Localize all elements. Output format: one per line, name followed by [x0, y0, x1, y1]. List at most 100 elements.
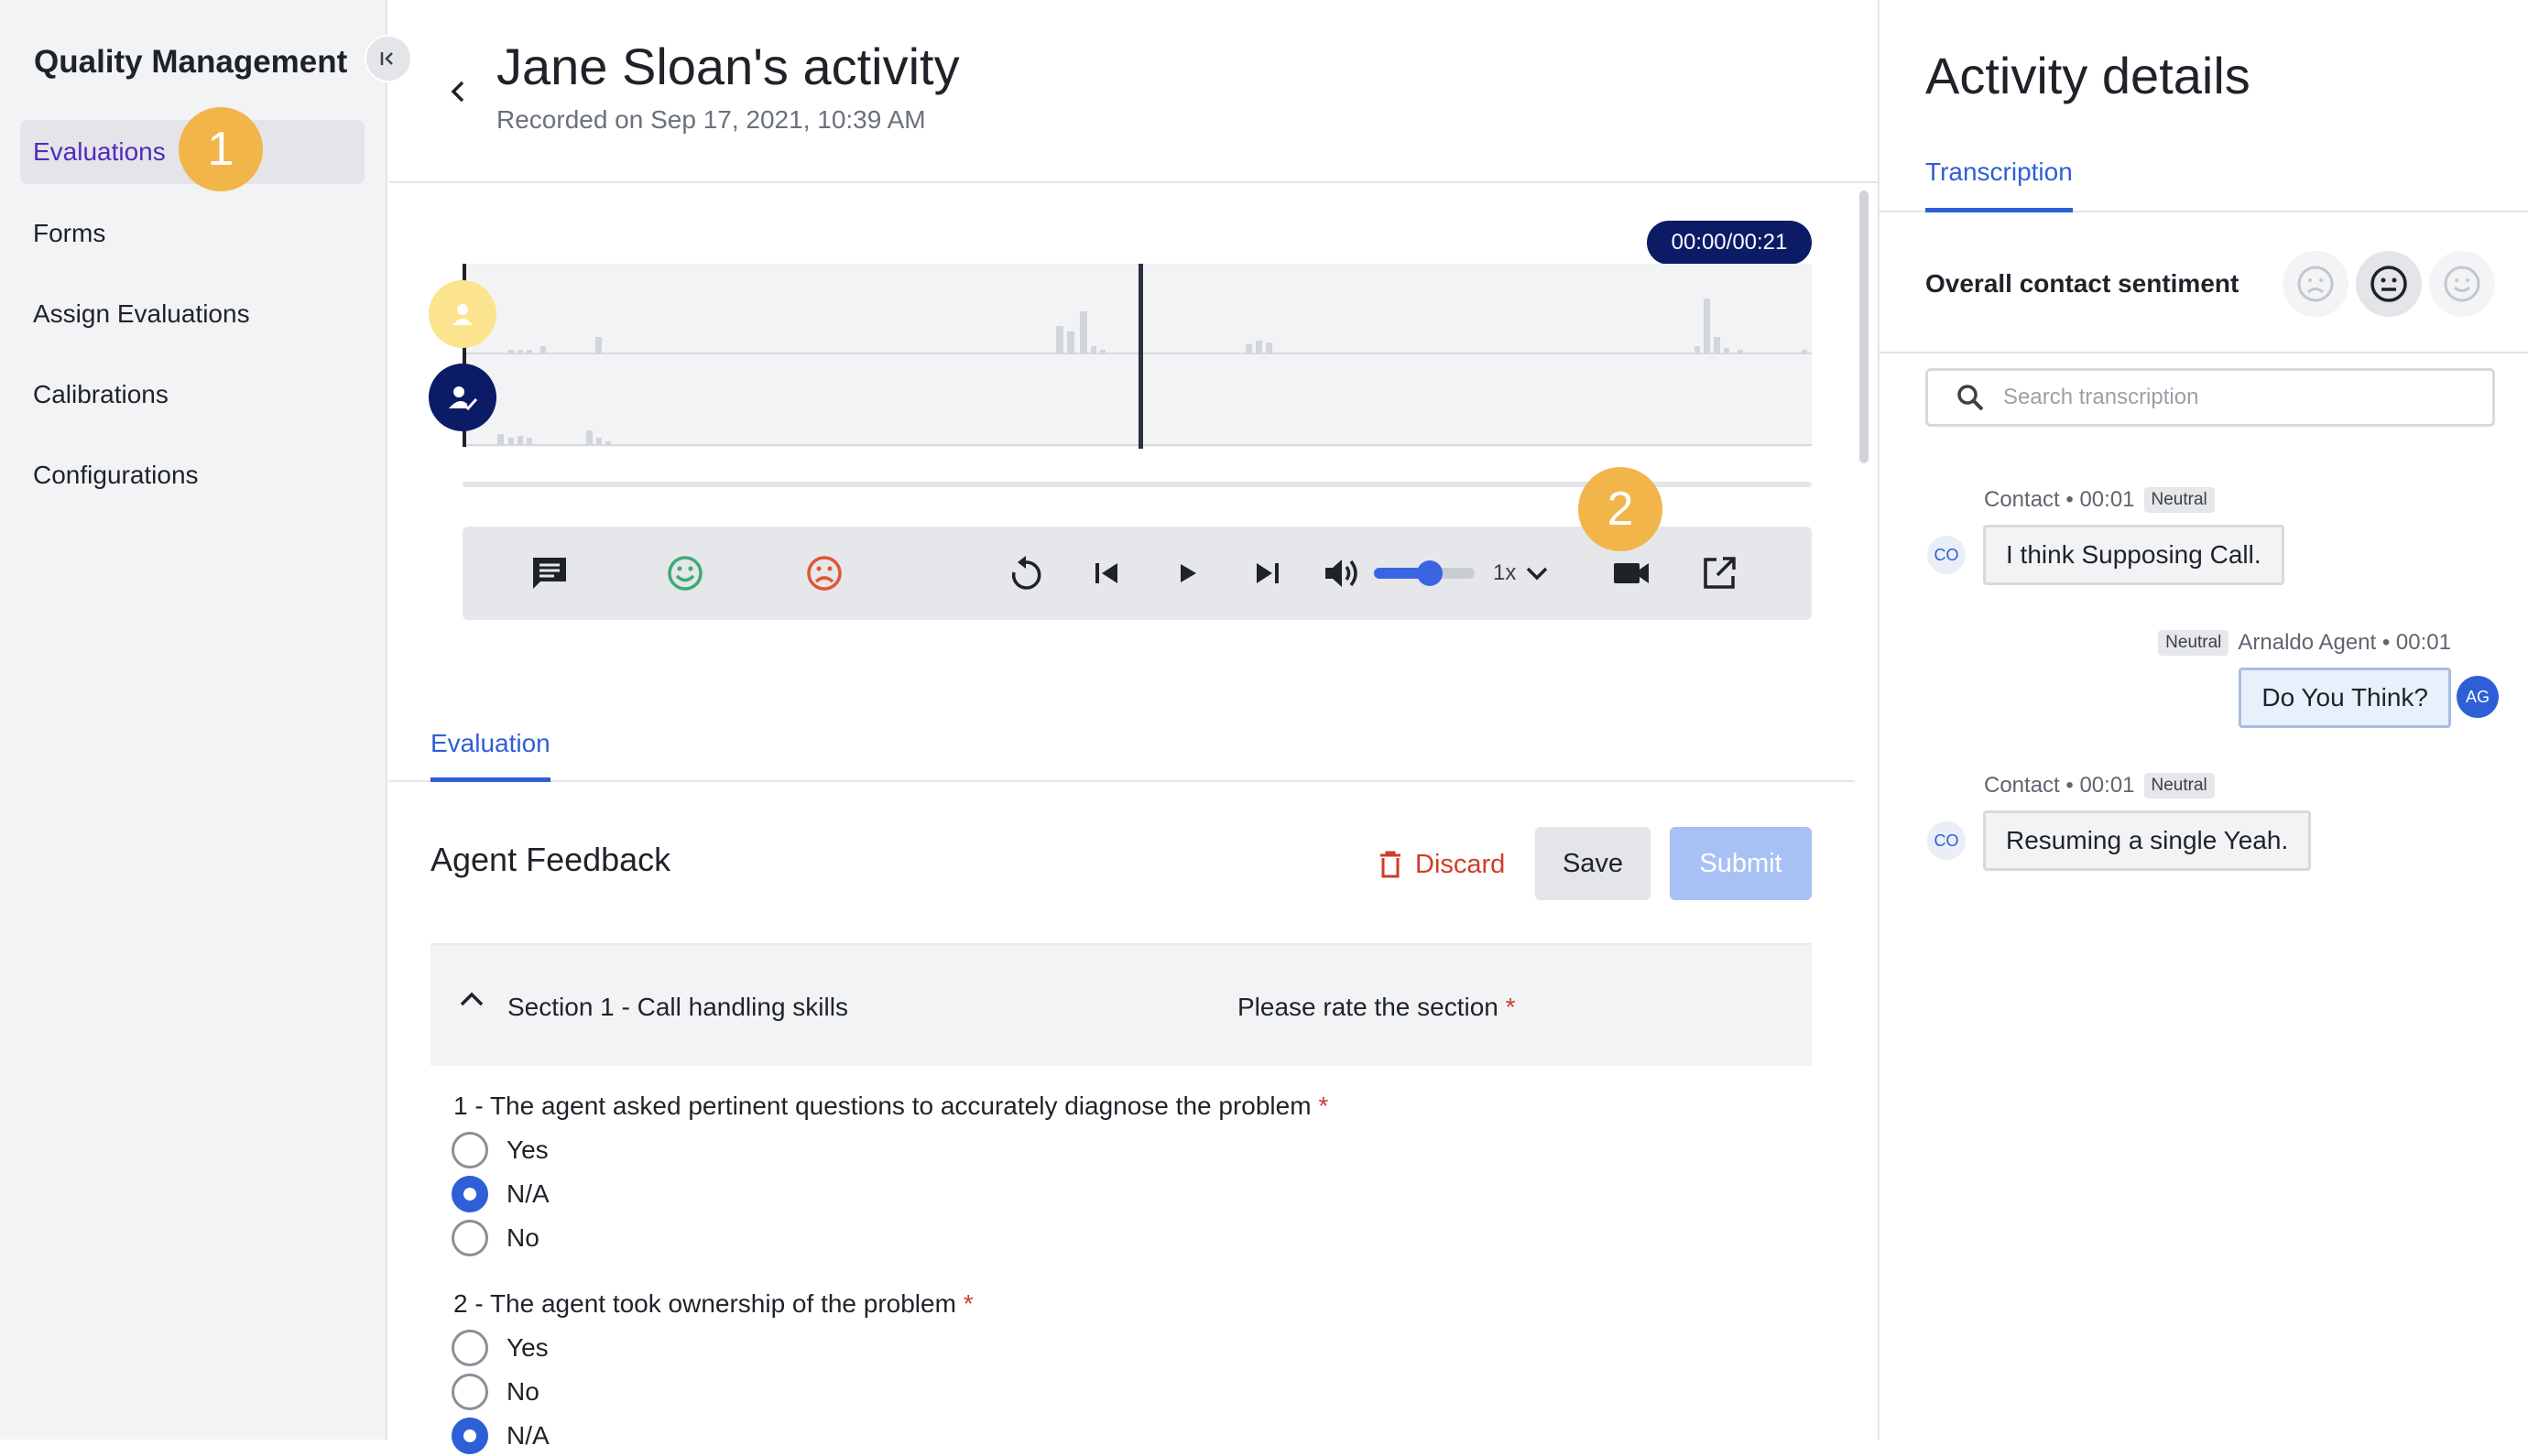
discard-label: Discard: [1415, 849, 1506, 879]
q2-option-no[interactable]: No: [452, 1372, 539, 1412]
playback-speed-value: 1x: [1493, 560, 1517, 585]
radio-button[interactable]: [452, 1374, 488, 1410]
time-readout: 00:00/00:21: [1647, 221, 1812, 265]
sad-face-icon: [2295, 264, 2336, 304]
sentiment-neutral: [2356, 251, 2422, 317]
sidebar-item-assign-evaluations[interactable]: Assign Evaluations: [20, 282, 365, 346]
activity-details-panel: Activity details Transcription Overall c…: [1878, 0, 2528, 1440]
playback-speed-select[interactable]: 1x: [1493, 527, 1549, 620]
open-external-button[interactable]: [1690, 527, 1749, 620]
option-label: Yes: [507, 1135, 549, 1164]
person-icon: [449, 300, 476, 328]
message-meta: Contact • 00:01 Neutral: [1984, 773, 2215, 799]
chevron-left-icon: [448, 79, 468, 104]
rate-section-text: Please rate the section: [1237, 993, 1498, 1021]
rate-section-label: Please rate the section *: [1237, 993, 1516, 1022]
play-button[interactable]: [1155, 527, 1219, 620]
sentiment-positive: [2429, 251, 2495, 317]
discard-button[interactable]: Discard: [1351, 828, 1511, 901]
search-input[interactable]: [2001, 384, 2459, 411]
skip-back-button[interactable]: [1074, 527, 1139, 620]
comment-icon: [530, 555, 569, 592]
add-comment-button[interactable]: [518, 527, 582, 620]
chevron-up-icon: [458, 989, 485, 1009]
sidebar-item-configurations[interactable]: Configurations: [20, 443, 365, 507]
volume-slider-knob[interactable]: [1416, 560, 1443, 586]
radio-button[interactable]: [452, 1330, 488, 1366]
section-header: Section 1 - Call handling skills Please …: [430, 943, 2178, 1066]
section-collapse-button[interactable]: [458, 989, 485, 1009]
skip-forward-button[interactable]: [1236, 527, 1300, 620]
message-bubble: I think Supposing Call.: [1983, 525, 2284, 585]
evaluation-tabs: Evaluation: [389, 722, 1855, 782]
required-marker: *: [963, 1289, 974, 1318]
q1-option-na[interactable]: N/A: [452, 1174, 550, 1214]
happy-face-icon: [2442, 264, 2482, 304]
question-2-text: 2 - The agent took ownership of the prob…: [453, 1289, 956, 1318]
option-label: No: [507, 1377, 539, 1406]
q1-option-yes[interactable]: Yes: [452, 1130, 549, 1170]
sentiment-badge: Neutral: [2158, 630, 2229, 656]
chevron-down-icon: [1525, 565, 1549, 581]
mark-positive-button[interactable]: [653, 527, 717, 620]
question-2: 2 - The agent took ownership of the prob…: [453, 1289, 974, 1319]
volume-button[interactable]: [1314, 527, 1369, 620]
sidebar-item-forms[interactable]: Forms: [20, 201, 365, 266]
radio-button-checked[interactable]: [452, 1176, 488, 1212]
volume-icon: [1323, 556, 1361, 591]
play-icon: [1174, 560, 1200, 586]
scrollbar[interactable]: [1859, 190, 1869, 463]
q2-option-na[interactable]: N/A: [452, 1416, 550, 1456]
radio-button[interactable]: [452, 1220, 488, 1256]
required-marker: *: [1318, 1092, 1329, 1120]
save-button[interactable]: Save: [1535, 827, 1651, 900]
message-meta: Arnaldo Agent • 00:01 Neutral: [2158, 630, 2451, 656]
video-camera-icon: [1612, 560, 1651, 587]
sidebar-item-calibrations[interactable]: Calibrations: [20, 363, 365, 427]
section-title: Section 1 - Call handling skills: [507, 993, 848, 1021]
replay-icon: [1008, 554, 1044, 592]
q2-option-yes[interactable]: Yes: [452, 1328, 549, 1368]
trash-icon: [1378, 850, 1402, 879]
message-bubble: Resuming a single Yeah.: [1983, 810, 2312, 871]
agent-track-avatar: [429, 364, 496, 431]
volume-slider[interactable]: [1374, 560, 1475, 586]
contact-track-avatar: [429, 280, 496, 348]
transcription-search[interactable]: [1925, 368, 2495, 427]
page-title: Jane Sloan's activity: [496, 38, 960, 95]
required-marker: *: [1505, 993, 1516, 1021]
sad-icon: [805, 554, 844, 592]
collapse-left-icon: [377, 48, 399, 70]
message-sender-time: Arnaldo Agent • 00:01: [2238, 630, 2451, 655]
replay-button[interactable]: [994, 527, 1058, 620]
callout-marker-1: 1: [179, 107, 263, 191]
radio-button-checked[interactable]: [452, 1418, 488, 1454]
message-meta: Contact • 00:01 Neutral: [1984, 487, 2215, 513]
avatar: AG: [2457, 676, 2499, 718]
avatar: CO: [1925, 820, 1967, 862]
audio-waveform[interactable]: [463, 264, 1812, 447]
radio-button[interactable]: [452, 1132, 488, 1168]
submit-button[interactable]: Submit: [1670, 827, 1812, 900]
option-label: N/A: [507, 1421, 550, 1450]
sentiment-badge: Neutral: [2143, 773, 2215, 799]
sentiment-badge: Neutral: [2143, 487, 2215, 513]
skip-back-icon: [1092, 559, 1121, 588]
option-label: N/A: [507, 1179, 550, 1208]
sentiment-label: Overall contact sentiment: [1925, 269, 2239, 298]
option-label: No: [507, 1223, 539, 1252]
neutral-face-icon: [2369, 264, 2409, 304]
tab-evaluation[interactable]: Evaluation: [430, 722, 550, 782]
message-sender-time: Contact • 00:01: [1984, 487, 2135, 512]
question-1-text: 1 - The agent asked pertinent questions …: [453, 1092, 1312, 1120]
search-icon: [1956, 383, 1985, 412]
collapse-sidebar-button[interactable]: [365, 35, 412, 82]
q1-option-no[interactable]: No: [452, 1218, 539, 1258]
details-tabs: Transcription: [1880, 147, 2528, 212]
agent-check-icon: [447, 384, 478, 411]
tab-transcription[interactable]: Transcription: [1925, 158, 2073, 212]
mark-negative-button[interactable]: [792, 527, 856, 620]
playhead[interactable]: [1139, 264, 1143, 449]
open-external-icon: [1701, 555, 1738, 592]
back-button[interactable]: [440, 73, 476, 110]
